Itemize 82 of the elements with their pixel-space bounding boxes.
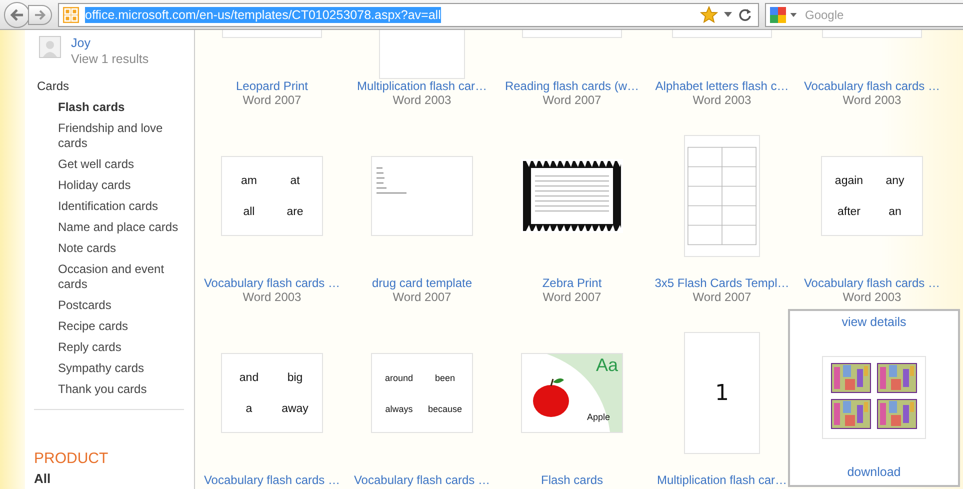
card-word: at: [290, 174, 300, 186]
template-title-link[interactable]: Leopard Print: [236, 79, 308, 93]
card-word: around: [384, 372, 414, 382]
card-word: big: [287, 372, 303, 384]
template-title-link[interactable]: 3x5 Flash Cards Templ…: [654, 276, 790, 290]
product-link[interactable]: All: [34, 471, 194, 486]
back-button[interactable]: [4, 2, 30, 28]
category-link[interactable]: Thank you cards: [58, 382, 194, 397]
template-thumbnail[interactable]: around been always because: [371, 353, 473, 433]
template-title-link[interactable]: Reading flash cards (w…: [504, 79, 640, 93]
avatar-icon: [39, 36, 61, 58]
forward-button[interactable]: [28, 4, 52, 24]
card-word: again: [834, 174, 864, 186]
template-thumbnail[interactable]: am at all are: [221, 156, 323, 236]
category-link[interactable]: Recipe cards: [58, 319, 194, 334]
view-details-link[interactable]: view details: [842, 315, 906, 329]
category-link[interactable]: Flash cards: [58, 100, 194, 115]
card-number: 1: [715, 380, 729, 406]
template-thumbnail[interactable]: again any after an: [821, 156, 923, 236]
forward-arrow-icon: [34, 10, 46, 20]
version-text: Word 2003: [692, 93, 752, 107]
version-text: Word 2007: [542, 290, 602, 304]
back-arrow-icon: [10, 8, 24, 20]
card-word: Apple: [586, 412, 610, 422]
card-word: and: [239, 372, 259, 384]
template-title-link[interactable]: Zebra Print: [542, 276, 602, 290]
category-heading: Cards: [37, 79, 70, 93]
category-link[interactable]: Sympathy cards: [58, 361, 194, 376]
card-word: are: [286, 206, 304, 218]
card-word: all: [243, 206, 255, 218]
site-icon: [63, 6, 79, 22]
card-word: always: [385, 404, 413, 414]
dropdown-arrow-icon[interactable]: [724, 12, 732, 17]
category-link[interactable]: Note cards: [58, 241, 194, 256]
template-title-link[interactable]: Multiplication flash car…: [356, 79, 488, 93]
card-word: after: [837, 206, 860, 218]
template-title-link[interactable]: Vocabulary flash cards …: [804, 276, 940, 290]
bookmark-star-icon[interactable]: [700, 6, 718, 23]
category-link[interactable]: Reply cards: [58, 340, 194, 355]
category-link[interactable]: Identification cards: [58, 199, 194, 214]
card-word: any: [886, 174, 904, 186]
template-title-link[interactable]: Vocabulary flash cards …: [804, 79, 940, 93]
version-text: Word 2003: [842, 93, 902, 107]
template-thumbnail[interactable]: Aa Apple: [521, 353, 623, 433]
version-text: Word 2003: [842, 290, 902, 304]
template-thumbnail[interactable]: 1: [684, 332, 760, 454]
reload-icon[interactable]: [738, 8, 752, 22]
template-title-link[interactable]: Vocabulary flash cards …: [204, 276, 340, 290]
template-title-link[interactable]: Vocabulary flash cards …: [204, 473, 340, 487]
user-link[interactable]: Joy: [71, 36, 149, 50]
dropdown-arrow-icon[interactable]: [790, 12, 797, 16]
card-word: because: [428, 404, 462, 414]
version-text: Word 2003: [242, 290, 302, 304]
letters-text: Aa: [596, 355, 618, 376]
card-word: a: [246, 402, 252, 414]
card-word: am: [241, 174, 257, 186]
product-heading: PRODUCT: [34, 450, 110, 467]
template-title-link[interactable]: Flash cards: [540, 473, 604, 487]
template-title-link[interactable]: Vocabulary flash cards …: [354, 473, 490, 487]
template-title-link[interactable]: Multiplication flash car…: [656, 473, 788, 487]
card-word: away: [282, 402, 308, 414]
card-word: been: [434, 372, 456, 382]
search-engine-icon: [770, 6, 786, 22]
template-title-link[interactable]: drug card template: [372, 276, 472, 290]
url-text: office.microsoft.com/en-us/templates/CT010253078.aspx?av=all: [85, 6, 441, 22]
version-text: Word 2007: [392, 290, 452, 304]
category-link[interactable]: Get well cards: [58, 157, 194, 172]
version-text: Word 2007: [692, 290, 752, 304]
template-title-link[interactable]: Alphabet letters flash c…: [655, 79, 789, 93]
category-link[interactable]: Name and place cards: [58, 220, 194, 235]
version-text: Word 2007: [542, 93, 602, 107]
category-link[interactable]: Holiday cards: [58, 178, 194, 193]
category-link[interactable]: Friendship and love cards: [58, 121, 194, 151]
results-text: View 1 results: [71, 52, 149, 66]
card-word: an: [888, 206, 902, 218]
template-thumbnail[interactable]: and big a away: [221, 353, 323, 433]
text-lines-drawing: [376, 167, 407, 194]
category-link[interactable]: Occasion and event cards: [58, 262, 194, 292]
category-link[interactable]: Postcards: [58, 298, 194, 313]
download-link[interactable]: download: [847, 465, 901, 479]
version-text: Word 2003: [392, 93, 452, 107]
version-text: Word 2007: [242, 93, 302, 107]
